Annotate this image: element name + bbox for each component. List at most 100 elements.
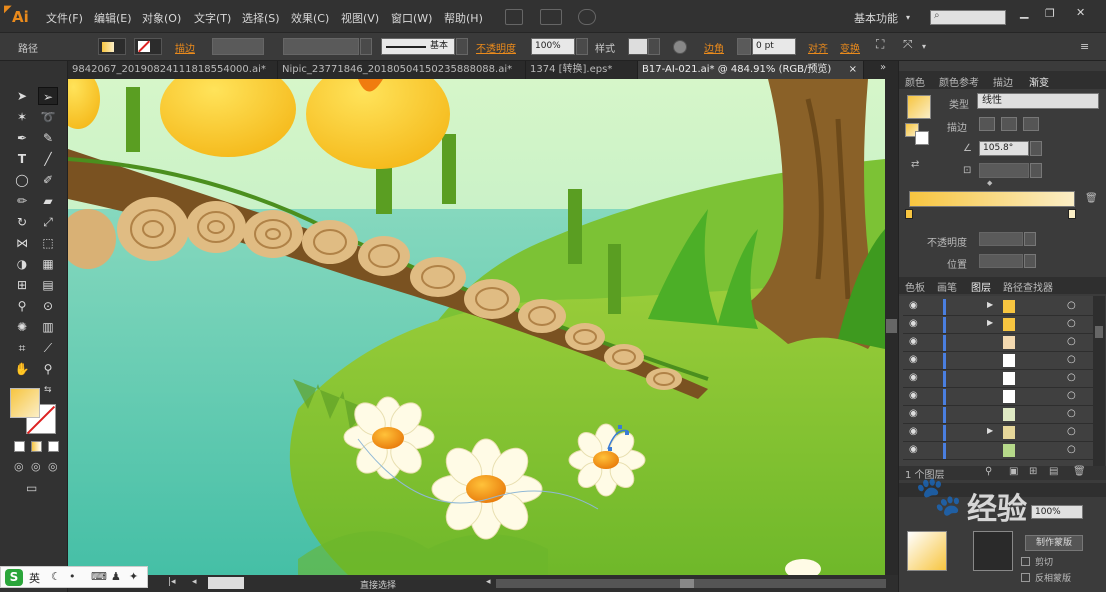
tab-document-active[interactable]: B17-AI-021.ai* @ 484.91% (RGB/预览) × xyxy=(638,61,864,79)
direct-selection-tool-icon[interactable]: ➢ xyxy=(38,87,58,105)
layer-row[interactable]: ◉ ▶ ○ xyxy=(903,316,1093,334)
brush-definition[interactable]: 基本 xyxy=(381,38,455,55)
layer-row[interactable]: ◉ ○ xyxy=(903,388,1093,406)
tools-icon[interactable]: ✦ xyxy=(129,570,138,583)
pen-tool-icon[interactable]: ✒ xyxy=(12,129,32,147)
reverse-gradient-icon[interactable]: ⇄ xyxy=(911,159,919,170)
stroke-label[interactable]: 描边 xyxy=(175,40,195,55)
arrange-documents-icon[interactable] xyxy=(540,9,562,25)
corner-stepper[interactable] xyxy=(737,38,751,55)
corner-radius-field[interactable]: 0 pt xyxy=(752,38,796,55)
scroll-left-icon[interactable]: ◂ xyxy=(486,577,491,587)
transparency-opacity-field[interactable]: 100% xyxy=(1031,505,1083,519)
layer-row[interactable]: ◉ ○ xyxy=(903,334,1093,352)
punctuation-icon[interactable]: • xyxy=(69,570,76,583)
tab-overflow-icon[interactable]: » xyxy=(880,62,886,73)
scale-tool-icon[interactable]: ⤢ xyxy=(38,213,58,231)
make-clipping-mask-icon[interactable]: ▣ xyxy=(1009,466,1018,477)
variable-width-profile[interactable] xyxy=(283,38,359,55)
stop-opacity-field[interactable] xyxy=(979,232,1023,246)
pencil-tool-icon[interactable]: ✏ xyxy=(12,192,32,210)
panel-menu-icon[interactable]: ≡ xyxy=(1080,40,1089,53)
expand-arrow-icon[interactable]: ▶ xyxy=(987,318,993,327)
visibility-eye-icon[interactable]: ◉ xyxy=(909,390,918,401)
locate-object-icon[interactable]: ⚲ xyxy=(985,466,992,477)
type-tool-icon[interactable]: T xyxy=(12,150,32,168)
menu-effect[interactable]: 效果(C) xyxy=(291,10,329,26)
target-circle-icon[interactable]: ○ xyxy=(1067,408,1076,419)
hand-tool-icon[interactable]: ✋ xyxy=(12,360,32,378)
artboard-tool-icon[interactable]: ⌗ xyxy=(12,339,32,357)
new-layer-icon[interactable]: ▤ xyxy=(1049,466,1058,477)
scrollbar-thumb[interactable] xyxy=(886,319,897,333)
visibility-eye-icon[interactable]: ◉ xyxy=(909,318,918,329)
visibility-eye-icon[interactable]: ◉ xyxy=(909,426,918,437)
search-input[interactable]: ⌕ xyxy=(930,10,1006,25)
draw-normal-icon[interactable]: ◎ xyxy=(14,460,24,473)
style-dropdown[interactable] xyxy=(648,38,660,55)
tab-document-1[interactable]: 9842067_20190824111818554000.ai* xyxy=(68,61,278,79)
horizontal-scrollbar[interactable] xyxy=(496,579,886,588)
tab-layers[interactable]: 图层 xyxy=(971,279,991,294)
artboard-canvas[interactable] xyxy=(68,79,885,575)
mask-thumbnail[interactable] xyxy=(973,531,1013,571)
shape-builder-tool-icon[interactable]: ◑ xyxy=(12,255,32,273)
close-tab-icon[interactable]: × xyxy=(849,61,857,79)
menu-edit[interactable]: 编辑(E) xyxy=(94,10,132,26)
gradient-tool-icon[interactable]: ▤ xyxy=(38,276,58,294)
expand-arrow-icon[interactable]: ▶ xyxy=(987,426,993,435)
prev-artboard-icon[interactable]: ◂ xyxy=(192,577,197,587)
target-circle-icon[interactable]: ○ xyxy=(1067,444,1076,455)
tab-color-guide[interactable]: 颜色参考 xyxy=(939,74,979,89)
ime-mode-label[interactable]: 英 xyxy=(29,570,40,586)
tab-gradient[interactable]: 渐变 xyxy=(1029,74,1049,89)
align-link[interactable]: 对齐 xyxy=(808,40,828,55)
delete-stop-icon[interactable]: 🗑 xyxy=(1085,193,1098,204)
width-tool-icon[interactable]: ⋈ xyxy=(12,234,32,252)
stroke-gradient-across-icon[interactable] xyxy=(1023,117,1039,131)
swap-fill-stroke-icon[interactable]: ⇆ xyxy=(44,385,52,395)
isolate-icon[interactable]: ⛶ xyxy=(876,37,884,52)
gradient-stop-start[interactable] xyxy=(905,209,913,219)
stroke-swatch[interactable] xyxy=(134,38,162,55)
column-graph-tool-icon[interactable]: ▥ xyxy=(38,318,58,336)
puppet-warp-icon[interactable]: ⤧ xyxy=(903,37,913,52)
eyedropper-tool-icon[interactable]: ⚲ xyxy=(12,297,32,315)
lasso-tool-icon[interactable]: ➰ xyxy=(38,108,58,126)
layer-row[interactable]: ◉ ○ xyxy=(903,406,1093,424)
user-icon[interactable]: ♟ xyxy=(111,570,121,583)
zoom-tool-icon[interactable]: ⚲ xyxy=(38,360,58,378)
hscroll-thumb[interactable] xyxy=(680,579,694,588)
curvature-tool-icon[interactable]: ✎ xyxy=(38,129,58,147)
color-mode-icon[interactable] xyxy=(14,441,25,452)
target-circle-icon[interactable]: ○ xyxy=(1067,318,1076,329)
sogou-icon[interactable]: S xyxy=(5,569,23,586)
layers-scrollbar[interactable] xyxy=(1093,296,1105,466)
corner-label[interactable]: 边角 xyxy=(704,40,724,55)
midpoint-diamond-icon[interactable]: ◆ xyxy=(987,179,992,187)
menu-window[interactable]: 窗口(W) xyxy=(391,10,432,26)
keyboard-icon[interactable]: ⌨ xyxy=(91,570,107,583)
layer-row[interactable]: ◉ ○ xyxy=(903,442,1093,460)
aspect-ratio-field[interactable] xyxy=(979,163,1029,178)
menu-view[interactable]: 视图(V) xyxy=(341,10,379,26)
fill-swatch-front[interactable] xyxy=(10,388,40,418)
magic-wand-tool-icon[interactable]: ✶ xyxy=(12,108,32,126)
layer-row[interactable]: ◉ ▶ ○ xyxy=(903,424,1093,442)
target-circle-icon[interactable]: ○ xyxy=(1067,372,1076,383)
symbol-sprayer-tool-icon[interactable]: ✺ xyxy=(12,318,32,336)
menu-object[interactable]: 对象(O) xyxy=(142,10,181,26)
visibility-eye-icon[interactable]: ◉ xyxy=(909,354,918,365)
chevron-down-icon[interactable]: ▾ xyxy=(922,42,926,51)
vertical-scrollbar[interactable] xyxy=(885,79,898,575)
angle-field[interactable]: 105.8° xyxy=(979,141,1029,156)
slice-tool-icon[interactable]: ⟋ xyxy=(38,339,58,357)
gradient-preview-swatch[interactable] xyxy=(907,95,931,119)
stop-location-dropdown[interactable] xyxy=(1024,254,1036,268)
close-icon[interactable]: ✕ xyxy=(1076,6,1085,19)
fill-swatch[interactable] xyxy=(98,38,126,55)
make-mask-button[interactable]: 制作蒙版 xyxy=(1025,535,1083,551)
artboard-number-field[interactable] xyxy=(208,577,244,589)
tab-document-2[interactable]: Nipic_23771846_20180504150235888088.ai* xyxy=(278,61,526,79)
stroke-gradient-within-icon[interactable] xyxy=(979,117,995,131)
